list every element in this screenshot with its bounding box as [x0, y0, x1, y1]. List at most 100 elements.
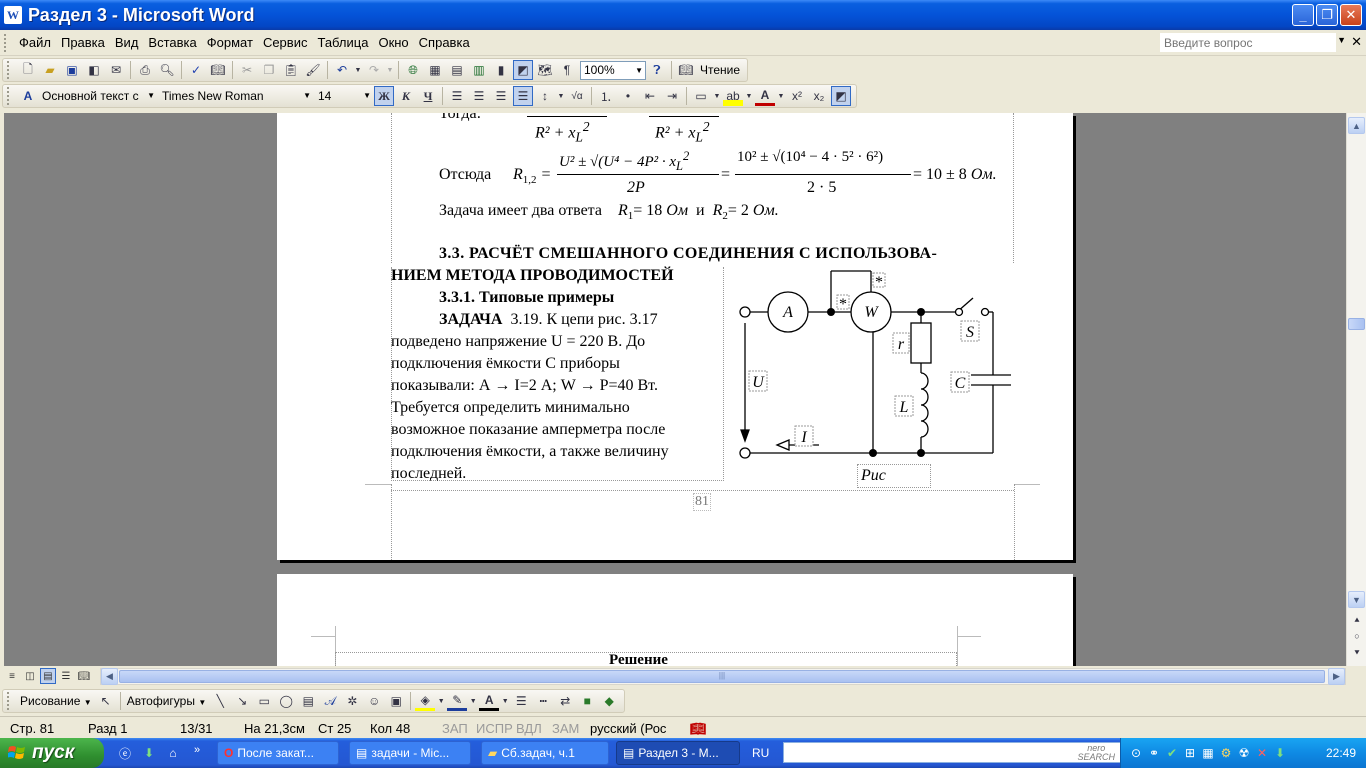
research-icon[interactable]: 📖︎	[208, 60, 228, 80]
highlight-dropdown-icon[interactable]: ▼	[745, 86, 753, 106]
undo-icon[interactable]: ↶	[332, 60, 352, 80]
tray-bluetooth-icon[interactable]: ⚭	[1144, 743, 1164, 763]
next-page-icon[interactable]: ⯆	[1348, 645, 1366, 661]
rectangle-icon[interactable]: ▭	[254, 691, 274, 711]
document-area[interactable]: Тогда: R² + xL2 R² + xL2 Отсюда R1,2 = U…	[4, 113, 1346, 666]
save-icon[interactable]: ▣	[62, 60, 82, 80]
hyperlink-icon[interactable]: 🌐︎	[403, 60, 423, 80]
arrow-style-icon[interactable]: ⇄	[555, 691, 575, 711]
zoom-select[interactable]: 100% ▼	[580, 60, 646, 80]
new-document-icon[interactable]: 🗋	[18, 60, 38, 80]
arrow-icon[interactable]: ↘	[232, 691, 252, 711]
help-icon[interactable]: ❓︎	[647, 60, 667, 80]
select-objects-icon[interactable]: ↖	[96, 691, 116, 711]
print-layout-icon[interactable]: ▤	[40, 668, 56, 684]
undo-dropdown-icon[interactable]: ▼	[354, 60, 362, 80]
menu-insert[interactable]: Вставка	[143, 33, 201, 52]
justify-icon[interactable]: ☰	[513, 86, 533, 106]
line-color-dropdown-icon[interactable]: ▼	[469, 691, 477, 711]
quicklaunch-ie-icon[interactable]: ⓔ	[115, 743, 135, 763]
borders-icon[interactable]: ▭	[691, 86, 711, 106]
tray-back-icon[interactable]: ⊙	[1126, 743, 1146, 763]
fill-color-dropdown-icon[interactable]: ▼	[437, 691, 445, 711]
align-right-icon[interactable]: ☰	[491, 86, 511, 106]
quicklaunch-download-icon[interactable]: ⬇	[139, 743, 159, 763]
insert-picture-icon[interactable]: ▣	[386, 691, 406, 711]
style-select[interactable]: Основной текст с ▼	[39, 87, 157, 106]
toolbar-grip[interactable]	[7, 61, 11, 79]
print-preview-icon[interactable]: 🔍︎	[157, 60, 177, 80]
help-dropdown-icon[interactable]: ▼	[1337, 35, 1346, 45]
permission-icon[interactable]: ◧	[84, 60, 104, 80]
taskbar-opera[interactable]: O После закат...	[217, 741, 339, 765]
minimize-button[interactable]: _	[1292, 4, 1314, 26]
increase-indent-icon[interactable]: ⇥	[662, 86, 682, 106]
tray-update-icon[interactable]: ☢	[1234, 743, 1254, 763]
menu-edit[interactable]: Правка	[56, 33, 110, 52]
previous-page-icon[interactable]: ⯅	[1348, 612, 1366, 628]
email-icon[interactable]: ✉	[106, 60, 126, 80]
normal-view-icon[interactable]: ≡	[4, 668, 20, 684]
quicklaunch-more-icon[interactable]: »	[187, 740, 207, 760]
bullets-icon[interactable]: •	[618, 86, 638, 106]
numbering-icon[interactable]: ⒈	[596, 86, 616, 106]
font-color-dropdown-icon[interactable]: ▼	[501, 691, 509, 711]
format-painter-icon[interactable]: 🖌︎	[303, 60, 323, 80]
insert-excel-icon[interactable]: ▥	[469, 60, 489, 80]
scroll-left-button[interactable]: ◀	[101, 668, 118, 685]
spelling-icon[interactable]: ✓	[186, 60, 206, 80]
decrease-indent-icon[interactable]: ⇤	[640, 86, 660, 106]
spelling-status-icon[interactable]: 📖︎	[690, 721, 707, 737]
scroll-up-button[interactable]: ▲	[1348, 117, 1365, 134]
font-select[interactable]: Times New Roman ▼	[159, 87, 313, 106]
taskbar-word-section3[interactable]: ▤ Раздел 3 - М...	[616, 741, 740, 765]
toolbar-grip[interactable]	[7, 692, 11, 710]
vertical-scroll-thumb[interactable]	[1348, 318, 1365, 330]
tray-display-icon[interactable]: ▦	[1198, 743, 1218, 763]
print-icon[interactable]: ⎙	[135, 60, 155, 80]
tray-app-icon[interactable]: ⚙	[1216, 743, 1236, 763]
line-style-icon[interactable]: ☰	[511, 691, 531, 711]
toolbar-grip[interactable]	[7, 87, 11, 105]
nero-search-box[interactable]: nero SEARCH	[783, 742, 1124, 763]
redo-icon[interactable]: ↷	[364, 60, 384, 80]
taskbar-word-tasks[interactable]: ▤ задачи - Mic...	[349, 741, 471, 765]
highlight-icon[interactable]: ab	[723, 86, 743, 106]
menu-format[interactable]: Формат	[202, 33, 258, 52]
reading-mode-icon[interactable]: 📖︎	[676, 60, 696, 80]
tables-borders-icon[interactable]: ▦	[425, 60, 445, 80]
maximize-button[interactable]: ❐	[1316, 4, 1338, 26]
cut-icon[interactable]: ✂	[237, 60, 257, 80]
status-extend[interactable]: ВДЛ	[516, 721, 542, 736]
menu-view[interactable]: Вид	[110, 33, 144, 52]
line-spacing-icon[interactable]: ↕	[535, 86, 555, 106]
3d-style-icon[interactable]: ◆	[599, 691, 619, 711]
paste-icon[interactable]: 📋︎	[281, 60, 301, 80]
clock[interactable]: 22:49	[1326, 746, 1356, 760]
subscript-icon[interactable]: x₂	[809, 86, 829, 106]
horizontal-scrollbar[interactable]: ◀ ||| ▶	[100, 668, 1346, 685]
font-color-dropdown-icon[interactable]: ▼	[777, 86, 785, 106]
menu-tools[interactable]: Сервис	[258, 33, 313, 52]
menu-window[interactable]: Окно	[373, 33, 413, 52]
oval-icon[interactable]: ◯	[276, 691, 296, 711]
columns-icon[interactable]: ▮	[491, 60, 511, 80]
line-spacing-dropdown-icon[interactable]: ▼	[557, 86, 565, 106]
status-overtype[interactable]: ЗАМ	[552, 721, 579, 736]
draw-menu-button[interactable]: Рисование ▼	[17, 694, 95, 708]
diagram-icon[interactable]: ✲	[342, 691, 362, 711]
line-color-icon[interactable]: ✎	[447, 691, 468, 711]
document-page-82[interactable]: Решение	[277, 574, 1073, 666]
shadow-style-icon[interactable]: ■	[577, 691, 597, 711]
drawing-icon[interactable]: ◩	[513, 60, 533, 80]
line-icon[interactable]: ╲	[210, 691, 230, 711]
wordart-icon[interactable]: 𝒜	[320, 691, 340, 711]
status-language[interactable]: русский (Рос	[590, 721, 666, 736]
word-app-icon[interactable]: W	[4, 6, 22, 24]
scroll-right-button[interactable]: ▶	[1328, 668, 1345, 685]
styles-pane-icon[interactable]: A	[18, 86, 38, 106]
language-indicator[interactable]: RU	[752, 746, 769, 760]
document-map-icon[interactable]: 🗺︎	[535, 60, 555, 80]
redo-dropdown-icon[interactable]: ▼	[386, 60, 394, 80]
clip-art-icon[interactable]: ☺	[364, 691, 384, 711]
